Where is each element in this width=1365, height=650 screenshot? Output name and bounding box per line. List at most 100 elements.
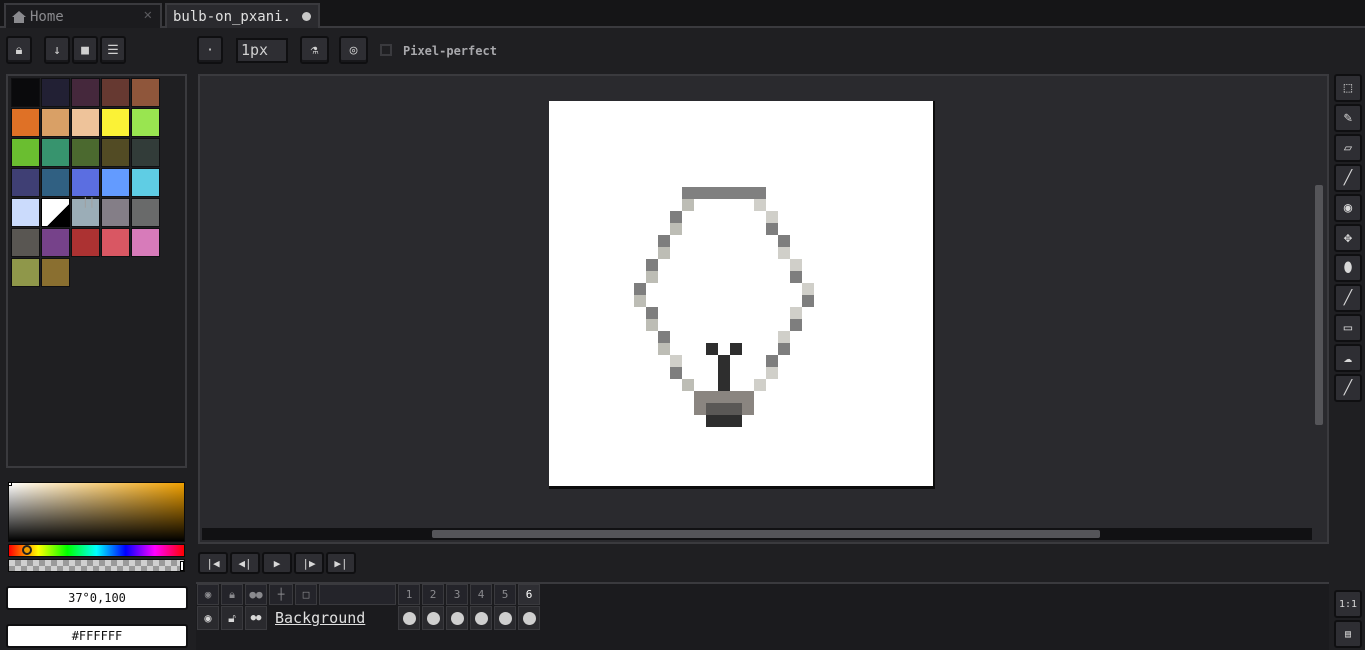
symmetry-icon[interactable]: ◎	[339, 36, 368, 64]
palette-swatch[interactable]	[41, 78, 70, 107]
hsv-field[interactable]: 37°0,100	[6, 586, 188, 610]
lasso-icon[interactable]: ☁	[1334, 344, 1362, 372]
palette-swatch[interactable]	[71, 108, 100, 137]
palette-swatch[interactable]	[101, 78, 130, 107]
palette-swatch[interactable]	[11, 228, 40, 257]
palette-swatch[interactable]	[11, 168, 40, 197]
rectangle-icon[interactable]: ▭	[1334, 314, 1362, 342]
download-icon[interactable]: ↓	[44, 36, 70, 64]
sprite-pixel	[646, 259, 658, 271]
modified-dot-icon[interactable]	[302, 12, 311, 21]
palette-swatch[interactable]	[101, 108, 130, 137]
vertical-scrollbar[interactable]	[1315, 185, 1323, 425]
palette-swatch[interactable]	[131, 198, 160, 227]
tab-sprite-file[interactable]: bulb-on_pxani.	[165, 3, 320, 28]
cel[interactable]	[470, 606, 492, 630]
eyedropper-icon[interactable]: ◉	[1334, 194, 1362, 222]
lock-icon[interactable]: 🔒︎	[6, 36, 32, 64]
layer-continuous-icon[interactable]: ●●	[245, 606, 267, 630]
eraser-icon[interactable]: ▱	[1334, 134, 1362, 162]
blur-icon[interactable]: ╱	[1334, 374, 1362, 402]
palette-swatch[interactable]	[101, 198, 130, 227]
palette-swatch[interactable]	[11, 108, 40, 137]
tab-home[interactable]: Home ✕	[4, 3, 162, 28]
marquee-icon[interactable]: ⬚	[1334, 74, 1362, 102]
palette-swatch[interactable]	[101, 228, 130, 257]
palette-swatch[interactable]	[101, 168, 130, 197]
palette-swatch[interactable]	[131, 78, 160, 107]
color-saturation-value-picker[interactable]	[8, 482, 185, 542]
horizontal-scrollbar[interactable]	[432, 530, 1100, 538]
cel[interactable]	[518, 606, 540, 630]
hue-slider[interactable]	[8, 544, 185, 557]
palette-swatch[interactable]	[11, 138, 40, 167]
sprite-pixel	[646, 319, 658, 331]
spray-icon[interactable]: ╱	[1334, 164, 1362, 192]
frame-header[interactable]: 6	[518, 584, 540, 605]
frame-header[interactable]: 4	[470, 584, 492, 605]
alpha-cursor[interactable]	[180, 561, 184, 571]
close-icon[interactable]: ✕	[144, 7, 152, 23]
hue-cursor[interactable]	[22, 545, 32, 555]
first-frame-button[interactable]: |◀	[198, 552, 228, 574]
alpha-slider[interactable]	[8, 559, 185, 572]
pixel-perfect-checkbox[interactable]	[380, 44, 392, 56]
play-button[interactable]: ▶	[262, 552, 292, 574]
frame-header[interactable]: 1	[398, 584, 420, 605]
eye-icon[interactable]: ◉	[197, 584, 219, 605]
palette-swatch[interactable]	[71, 228, 100, 257]
palette-swatch[interactable]	[71, 168, 100, 197]
palette-swatch[interactable]	[71, 78, 100, 107]
frame-header[interactable]: 2	[422, 584, 444, 605]
palette-swatch[interactable]	[41, 198, 70, 227]
line-icon[interactable]: ╱	[1334, 284, 1362, 312]
palette-swatch[interactable]	[41, 168, 70, 197]
palette-swatch[interactable]	[41, 228, 70, 257]
palette-swatch[interactable]	[131, 228, 160, 257]
cel[interactable]	[398, 606, 420, 630]
home-icon	[12, 10, 26, 23]
filmstrip-icon[interactable]: ▤	[1334, 620, 1362, 648]
paint-bucket-icon[interactable]: ⬮	[1334, 254, 1362, 282]
sprite-pixel	[682, 199, 694, 211]
next-frame-button[interactable]: |▶	[294, 552, 324, 574]
layer-lock-icon[interactable]: 🔓︎	[221, 606, 243, 630]
layer-eye-icon[interactable]: ◉	[197, 606, 219, 630]
prev-frame-button[interactable]: ◀|	[230, 552, 260, 574]
menu-icon[interactable]: ☰	[100, 36, 126, 64]
layer-name-background[interactable]: Background	[275, 606, 395, 630]
hex-field[interactable]: #FFFFFF	[6, 624, 188, 648]
cel[interactable]	[422, 606, 444, 630]
continuous-icon[interactable]: ●●	[245, 584, 267, 605]
new-sprite-icon[interactable]: ■	[72, 36, 98, 64]
palette-swatch[interactable]	[11, 198, 40, 227]
padlock-icon[interactable]: 🔒︎	[221, 584, 243, 605]
move-icon[interactable]: ✥	[1334, 224, 1362, 252]
brush-size-field[interactable]: 1px	[236, 38, 288, 63]
frame-header[interactable]: 5	[494, 584, 516, 605]
sprite-pixel	[754, 379, 766, 391]
layer-tree-icon[interactable]: ┼	[269, 584, 293, 605]
palette-swatch[interactable]	[41, 138, 70, 167]
palette-swatch[interactable]	[101, 138, 130, 167]
zoom-reset-button[interactable]: 1:1	[1334, 590, 1362, 618]
palette-swatch[interactable]	[131, 108, 160, 137]
picker-cursor[interactable]	[8, 482, 12, 486]
last-frame-button[interactable]: ▶|	[326, 552, 356, 574]
palette-swatch[interactable]	[131, 138, 160, 167]
pencil-icon[interactable]: ✎	[1334, 104, 1362, 132]
palette-swatch[interactable]	[41, 108, 70, 137]
palette-swatch[interactable]	[11, 258, 40, 287]
frame-header[interactable]: 3	[446, 584, 468, 605]
ink-bottle-icon[interactable]: ⚗	[300, 36, 329, 64]
sprite-pixel	[694, 403, 706, 415]
brush-shape-dot-icon[interactable]: ·	[197, 36, 223, 64]
sprite-canvas[interactable]	[549, 101, 935, 489]
palette-swatch[interactable]	[131, 168, 160, 197]
palette-swatch[interactable]	[41, 258, 70, 287]
cel[interactable]	[494, 606, 516, 630]
palette-swatch[interactable]	[71, 138, 100, 167]
new-layer-icon[interactable]: □	[295, 584, 317, 605]
cel[interactable]	[446, 606, 468, 630]
palette-swatch[interactable]	[11, 78, 40, 107]
